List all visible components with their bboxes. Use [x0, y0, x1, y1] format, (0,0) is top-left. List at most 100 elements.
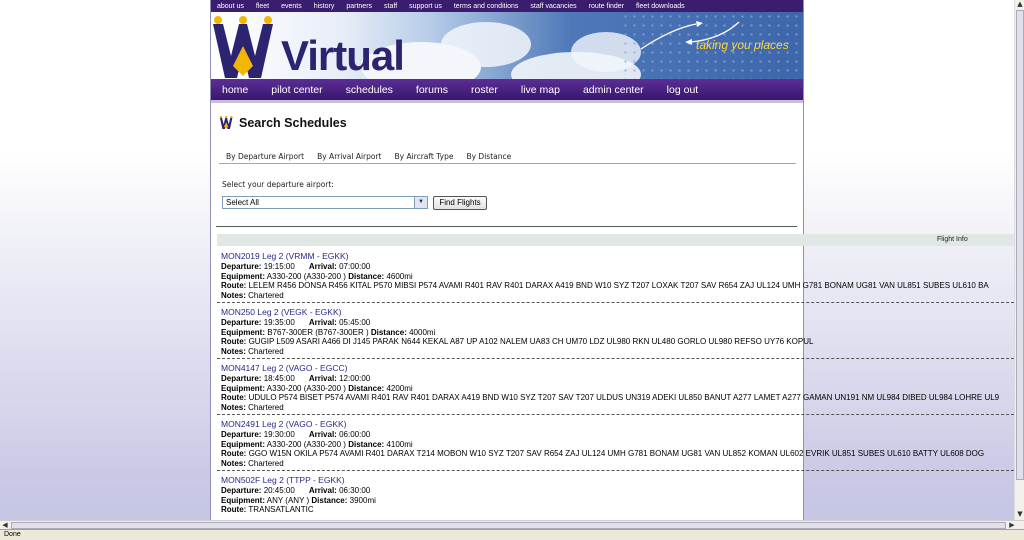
nav-roster[interactable]: roster — [460, 84, 510, 96]
flight-info-header: Flight Info — [937, 236, 968, 243]
equipment-label: Equipment: — [221, 495, 265, 505]
results-header: Flight Info — [217, 234, 1014, 246]
logo-text[interactable]: Virtual — [281, 32, 405, 79]
arrival-time: 06:00:00 — [339, 430, 371, 439]
top-link-history[interactable]: history — [308, 3, 341, 10]
notes-label: Notes: — [221, 458, 246, 468]
distance-label: Distance: — [348, 383, 385, 393]
top-link-partners[interactable]: partners — [340, 3, 378, 10]
horizontal-scroll-thumb[interactable] — [11, 522, 1006, 529]
select-value: Select All — [226, 198, 259, 207]
notes-value: Chartered — [248, 346, 284, 356]
nav-log-out[interactable]: log out — [656, 84, 711, 96]
route-value: UDULO P574 BISET P574 AVAMI R401 RAV R40… — [248, 393, 1000, 402]
arrival-label: Arrival: — [308, 430, 337, 439]
tab-arrival-airport[interactable]: By Arrival Airport — [317, 152, 381, 161]
tab-distance[interactable]: By Distance — [466, 152, 511, 161]
arrival-label: Arrival: — [308, 318, 337, 327]
status-text: Done — [4, 531, 21, 538]
distance-value: 3900mi — [349, 495, 376, 505]
nav-home[interactable]: home — [211, 84, 260, 96]
top-link-staff[interactable]: staff — [378, 3, 403, 10]
scroll-down-icon[interactable]: ▼ — [1015, 510, 1024, 519]
flight-link[interactable]: MON4147 Leg 2 (VAGO - EGCC) — [221, 363, 1010, 374]
departure-label: Departure: — [221, 486, 262, 495]
route-value: GGO W15N OKILA P574 AVAMI R401 DARAX T21… — [248, 449, 985, 458]
title-logo-icon — [219, 116, 233, 129]
flight-item: MON2019 Leg 2 (VRMM - EGKK) Departure: 1… — [217, 250, 1014, 303]
arrival-time: 12:00:00 — [339, 374, 371, 383]
equipment-value: B767-300ER (B767-300ER ) — [267, 327, 369, 337]
equipment-value: ANY (ANY ) — [266, 495, 310, 505]
distance-label: Distance: — [348, 439, 385, 449]
distance-label: Distance: — [348, 271, 385, 281]
flight-link[interactable]: MON250 Leg 2 (VEGK - EGKK) — [221, 307, 1010, 318]
nav-admin-center[interactable]: admin center — [572, 84, 656, 96]
flight-link[interactable]: MON2019 Leg 2 (VRMM - EGKK) — [221, 251, 1010, 262]
route-label: Route: — [221, 393, 247, 402]
search-tabs: By Departure Airport By Arrival Airport … — [226, 152, 524, 161]
flight-item: MON250 Leg 2 (VEGK - EGKK) Departure: 19… — [217, 306, 1014, 359]
flight-item: MON4147 Leg 2 (VAGO - EGCC) Departure: 1… — [217, 362, 1014, 415]
top-link-support-us[interactable]: support us — [403, 3, 448, 10]
top-link-fleet-downloads[interactable]: fleet downloads — [630, 3, 691, 10]
vertical-scrollbar[interactable]: ▲ ▼ — [1014, 0, 1024, 520]
departure-time: 19:15:00 — [263, 262, 295, 271]
route-label: Route: — [221, 449, 247, 458]
page-title: Search Schedules — [239, 116, 347, 130]
notes-value: Chartered — [248, 458, 284, 468]
top-link-events[interactable]: events — [275, 3, 308, 10]
departure-label: Departure: — [221, 374, 262, 383]
equipment-label: Equipment: — [221, 271, 265, 281]
departure-label: Departure: — [221, 430, 262, 439]
nav-live-map[interactable]: live map — [510, 84, 572, 96]
departure-time: 19:30:00 — [263, 430, 295, 439]
top-link-staff-vacancies[interactable]: staff vacancies — [524, 3, 582, 10]
equipment-value: A330-200 (A330-200 ) — [266, 383, 346, 393]
arrival-label: Arrival: — [308, 262, 337, 271]
scroll-up-icon[interactable]: ▲ — [1015, 0, 1024, 9]
flight-link[interactable]: MON2491 Leg 2 (VAGO - EGKK) — [221, 419, 1010, 430]
top-link-route-finder[interactable]: route finder — [583, 3, 630, 10]
arrival-label: Arrival: — [308, 486, 337, 495]
top-link-about-us[interactable]: about us — [211, 3, 250, 10]
distance-value: 4600mi — [386, 271, 413, 281]
top-links-bar: about us fleet events history partners s… — [211, 0, 803, 12]
chevron-down-icon[interactable]: ▼ — [414, 197, 427, 208]
header-banner: Virtual taking you places — [211, 12, 803, 79]
notes-value: Chartered — [248, 402, 284, 412]
route-label: Route: — [221, 337, 247, 346]
flight-link[interactable]: MON502F Leg 2 (TTPP - EGKK) — [221, 475, 1010, 486]
departure-label: Select your departure airport: — [222, 180, 334, 189]
departure-time: 18:45:00 — [263, 374, 295, 383]
arrival-label: Arrival: — [308, 374, 337, 383]
distance-value: 4100mi — [386, 439, 413, 449]
top-link-terms[interactable]: terms and conditions — [448, 3, 525, 10]
arrival-time: 07:00:00 — [339, 262, 371, 271]
nav-pilot-center[interactable]: pilot center — [260, 84, 334, 96]
distance-label: Distance: — [370, 327, 407, 337]
route-value: TRANSATLANTIC — [248, 505, 314, 514]
flight-item: MON2491 Leg 2 (VAGO - EGKK) Departure: 1… — [217, 418, 1014, 471]
notes-label: Notes: — [221, 402, 246, 412]
find-flights-button[interactable]: Find Flights — [433, 196, 487, 210]
notes-label: Notes: — [221, 290, 246, 300]
equipment-value: A330-200 (A330-200 ) — [266, 271, 346, 281]
tab-departure-airport[interactable]: By Departure Airport — [226, 152, 304, 161]
arrival-time: 06:30:00 — [339, 486, 371, 495]
top-link-fleet[interactable]: fleet — [250, 3, 275, 10]
browser-status-bar: Done — [0, 529, 1024, 540]
departure-time: 20:45:00 — [263, 486, 295, 495]
equipment-label: Equipment: — [221, 383, 265, 393]
equipment-label: Equipment: — [221, 439, 265, 449]
logo-crown-icon[interactable] — [213, 16, 281, 78]
distance-value: 4000mi — [409, 327, 436, 337]
nav-forums[interactable]: forums — [405, 84, 460, 96]
section-divider — [216, 226, 797, 227]
nav-schedules[interactable]: schedules — [335, 84, 405, 96]
distance-label: Distance: — [311, 495, 348, 505]
tab-aircraft-type[interactable]: By Aircraft Type — [395, 152, 454, 161]
departure-airport-select[interactable]: Select All ▼ — [222, 196, 428, 209]
arrival-time: 05:45:00 — [339, 318, 371, 327]
vertical-scroll-thumb[interactable] — [1016, 10, 1024, 480]
